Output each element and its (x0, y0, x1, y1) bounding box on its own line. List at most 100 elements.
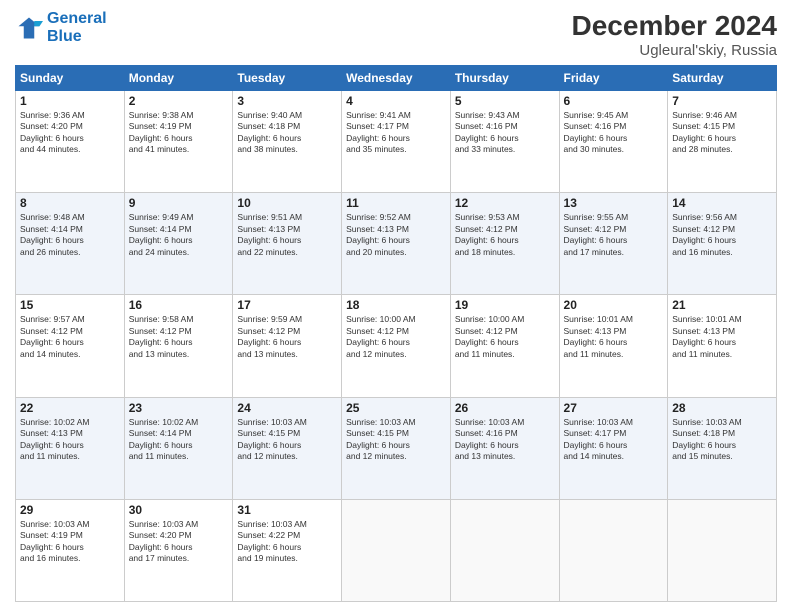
calendar-cell: 15 Sunrise: 9:57 AM Sunset: 4:12 PM Dayli… (16, 295, 125, 397)
day-number: 28 (672, 401, 772, 415)
calendar-cell: 20 Sunrise: 10:01 AM Sunset: 4:13 PM Dayl… (559, 295, 668, 397)
cell-info: Sunrise: 9:45 AM Sunset: 4:16 PM Dayligh… (564, 110, 664, 156)
cell-info: Sunrise: 10:01 AM Sunset: 4:13 PM Daylig… (672, 314, 772, 360)
calendar-cell (450, 499, 559, 601)
day-number: 23 (129, 401, 229, 415)
calendar-cell: 29 Sunrise: 10:03 AM Sunset: 4:19 PM Dayl… (16, 499, 125, 601)
calendar-cell (559, 499, 668, 601)
calendar-cell: 14Sunrise: 9:56 AM Sunset: 4:12 PM Dayli… (668, 193, 777, 295)
day-number: 21 (672, 298, 772, 312)
calendar-header-row: Sunday Monday Tuesday Wednesday Thursday… (16, 66, 777, 91)
day-number: 17 (237, 298, 337, 312)
day-number: 7 (672, 94, 772, 108)
cell-info: Sunrise: 9:41 AM Sunset: 4:17 PM Dayligh… (346, 110, 446, 156)
day-number: 20 (564, 298, 664, 312)
page: General Blue December 2024 Ugleural'skiy… (0, 0, 792, 612)
col-thursday: Thursday (450, 66, 559, 91)
cell-info: Sunrise: 10:01 AM Sunset: 4:13 PM Daylig… (564, 314, 664, 360)
day-number: 9 (129, 196, 229, 210)
day-number: 27 (564, 401, 664, 415)
cell-info: Sunrise: 9:40 AM Sunset: 4:18 PM Dayligh… (237, 110, 337, 156)
cell-info: Sunrise: 9:51 AM Sunset: 4:13 PM Dayligh… (237, 212, 337, 258)
cell-info: Sunrise: 10:03 AM Sunset: 4:18 PM Daylig… (672, 417, 772, 463)
calendar-cell: 8 Sunrise: 9:48 AM Sunset: 4:14 PM Daylig… (16, 193, 125, 295)
day-number: 12 (455, 196, 555, 210)
calendar-cell: 4 Sunrise: 9:41 AM Sunset: 4:17 PM Daylig… (342, 91, 451, 193)
cell-info: Sunrise: 10:03 AM Sunset: 4:19 PM Daylig… (20, 519, 120, 565)
day-number: 3 (237, 94, 337, 108)
col-wednesday: Wednesday (342, 66, 451, 91)
cell-info: Sunrise: 9:49 AM Sunset: 4:14 PM Dayligh… (129, 212, 229, 258)
cell-info: Sunrise: 10:02 AM Sunset: 4:13 PM Daylig… (20, 417, 120, 463)
day-number: 22 (20, 401, 120, 415)
logo-text: General Blue (47, 10, 107, 45)
calendar-cell: 7Sunrise: 9:46 AM Sunset: 4:15 PM Daylig… (668, 91, 777, 193)
calendar-cell: 17 Sunrise: 9:59 AM Sunset: 4:12 PM Dayli… (233, 295, 342, 397)
calendar-cell: 26 Sunrise: 10:03 AM Sunset: 4:16 PM Dayl… (450, 397, 559, 499)
cell-info: Sunrise: 10:03 AM Sunset: 4:15 PM Daylig… (237, 417, 337, 463)
week-row-1: 1Sunrise: 9:36 AM Sunset: 4:20 PM Daylig… (16, 91, 777, 193)
calendar-cell: 12 Sunrise: 9:53 AM Sunset: 4:12 PM Dayli… (450, 193, 559, 295)
calendar-cell (668, 499, 777, 601)
calendar-cell: 1Sunrise: 9:36 AM Sunset: 4:20 PM Daylig… (16, 91, 125, 193)
calendar-cell: 9 Sunrise: 9:49 AM Sunset: 4:14 PM Daylig… (124, 193, 233, 295)
cell-info: Sunrise: 10:00 AM Sunset: 4:12 PM Daylig… (346, 314, 446, 360)
day-number: 5 (455, 94, 555, 108)
day-number: 13 (564, 196, 664, 210)
calendar-cell: 31 Sunrise: 10:03 AM Sunset: 4:22 PM Dayl… (233, 499, 342, 601)
cell-info: Sunrise: 10:03 AM Sunset: 4:16 PM Daylig… (455, 417, 555, 463)
calendar-cell: 13 Sunrise: 9:55 AM Sunset: 4:12 PM Dayli… (559, 193, 668, 295)
cell-info: Sunrise: 10:00 AM Sunset: 4:12 PM Daylig… (455, 314, 555, 360)
day-number: 14 (672, 196, 772, 210)
cell-info: Sunrise: 10:03 AM Sunset: 4:20 PM Daylig… (129, 519, 229, 565)
day-number: 15 (20, 298, 120, 312)
col-friday: Friday (559, 66, 668, 91)
cell-info: Sunrise: 9:53 AM Sunset: 4:12 PM Dayligh… (455, 212, 555, 258)
calendar-cell: 10 Sunrise: 9:51 AM Sunset: 4:13 PM Dayli… (233, 193, 342, 295)
cell-info: Sunrise: 10:02 AM Sunset: 4:14 PM Daylig… (129, 417, 229, 463)
calendar-cell: 24 Sunrise: 10:03 AM Sunset: 4:15 PM Dayl… (233, 397, 342, 499)
day-number: 6 (564, 94, 664, 108)
col-saturday: Saturday (668, 66, 777, 91)
day-number: 2 (129, 94, 229, 108)
calendar-table: Sunday Monday Tuesday Wednesday Thursday… (15, 65, 777, 602)
calendar-cell: 16 Sunrise: 9:58 AM Sunset: 4:12 PM Dayli… (124, 295, 233, 397)
cell-info: Sunrise: 9:58 AM Sunset: 4:12 PM Dayligh… (129, 314, 229, 360)
cell-info: Sunrise: 9:36 AM Sunset: 4:20 PM Dayligh… (20, 110, 120, 156)
page-title: December 2024 (572, 10, 777, 42)
title-block: December 2024 Ugleural'skiy, Russia (572, 10, 777, 59)
day-number: 4 (346, 94, 446, 108)
cell-info: Sunrise: 10:03 AM Sunset: 4:17 PM Daylig… (564, 417, 664, 463)
day-number: 26 (455, 401, 555, 415)
day-number: 10 (237, 196, 337, 210)
logo: General Blue (15, 10, 107, 45)
calendar-cell: 30 Sunrise: 10:03 AM Sunset: 4:20 PM Dayl… (124, 499, 233, 601)
calendar-cell: 23 Sunrise: 10:02 AM Sunset: 4:14 PM Dayl… (124, 397, 233, 499)
cell-info: Sunrise: 9:38 AM Sunset: 4:19 PM Dayligh… (129, 110, 229, 156)
col-tuesday: Tuesday (233, 66, 342, 91)
cell-info: Sunrise: 9:48 AM Sunset: 4:14 PM Dayligh… (20, 212, 120, 258)
day-number: 16 (129, 298, 229, 312)
week-row-3: 15 Sunrise: 9:57 AM Sunset: 4:12 PM Dayli… (16, 295, 777, 397)
col-monday: Monday (124, 66, 233, 91)
day-number: 24 (237, 401, 337, 415)
day-number: 29 (20, 503, 120, 517)
calendar-cell: 3 Sunrise: 9:40 AM Sunset: 4:18 PM Daylig… (233, 91, 342, 193)
calendar-cell: 25Sunrise: 10:03 AM Sunset: 4:15 PM Dayl… (342, 397, 451, 499)
calendar-cell: 28 Sunrise: 10:03 AM Sunset: 4:18 PM Dayl… (668, 397, 777, 499)
day-number: 31 (237, 503, 337, 517)
cell-info: Sunrise: 9:55 AM Sunset: 4:12 PM Dayligh… (564, 212, 664, 258)
day-number: 30 (129, 503, 229, 517)
calendar-cell: 22 Sunrise: 10:02 AM Sunset: 4:13 PM Dayl… (16, 397, 125, 499)
calendar-cell: 2 Sunrise: 9:38 AM Sunset: 4:19 PM Daylig… (124, 91, 233, 193)
day-number: 8 (20, 196, 120, 210)
calendar-cell: 21 Sunrise: 10:01 AM Sunset: 4:13 PM Dayl… (668, 295, 777, 397)
cell-info: Sunrise: 9:52 AM Sunset: 4:13 PM Dayligh… (346, 212, 446, 258)
cell-info: Sunrise: 9:59 AM Sunset: 4:12 PM Dayligh… (237, 314, 337, 360)
day-number: 18 (346, 298, 446, 312)
cell-info: Sunrise: 10:03 AM Sunset: 4:22 PM Daylig… (237, 519, 337, 565)
cell-info: Sunrise: 9:57 AM Sunset: 4:12 PM Dayligh… (20, 314, 120, 360)
week-row-5: 29 Sunrise: 10:03 AM Sunset: 4:19 PM Dayl… (16, 499, 777, 601)
header: General Blue December 2024 Ugleural'skiy… (15, 10, 777, 59)
calendar-cell: 11Sunrise: 9:52 AM Sunset: 4:13 PM Dayli… (342, 193, 451, 295)
